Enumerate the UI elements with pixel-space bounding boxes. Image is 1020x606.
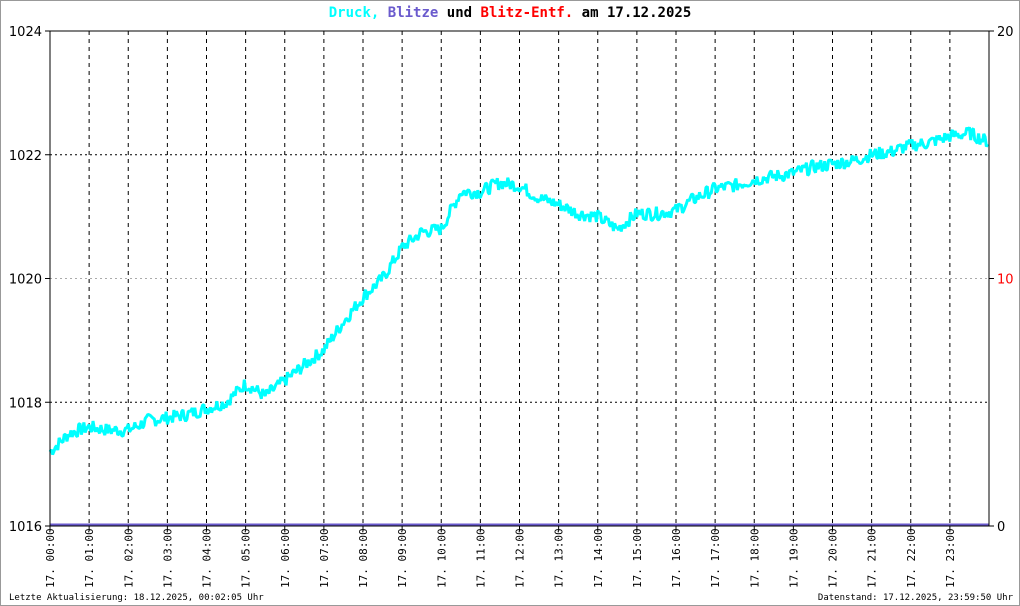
x-tick-label: 17. 00:00: [44, 528, 57, 588]
y-tick-label: 1016: [9, 520, 42, 535]
x-tick-label: 17. 08:00: [357, 528, 370, 588]
y-right-tick-label: 20: [997, 25, 1014, 40]
y-right-tick-label: 0: [997, 520, 1005, 535]
y-right-tick-label: 10: [997, 273, 1014, 288]
x-tick-label: 17. 04:00: [201, 528, 214, 588]
last-update: Letzte Aktualisierung: 18.12.2025, 00:02…: [9, 593, 264, 603]
x-tick-label: 17. 11:00: [474, 528, 487, 588]
x-tick-label: 17. 15:00: [631, 528, 644, 588]
data-timestamp: Datenstand: 17.12.2025, 23:59:50 Uhr: [817, 593, 1013, 603]
x-tick-label: 17. 05:00: [240, 528, 253, 588]
druck-line: [48, 126, 990, 456]
y-tick-label: 1018: [9, 396, 42, 411]
x-tick-label: 17. 17:00: [709, 528, 722, 588]
y-tick-label: 1020: [9, 273, 42, 288]
y-tick-label: 1022: [9, 149, 42, 164]
x-tick-label: 17. 23:00: [944, 528, 957, 588]
x-tick-label: 17. 13:00: [553, 528, 566, 588]
x-tick-label: 17. 01:00: [83, 528, 96, 588]
x-tick-label: 17. 18:00: [748, 528, 761, 588]
x-tick-label: 17. 14:00: [592, 528, 605, 588]
x-tick-label: 17. 16:00: [670, 528, 683, 588]
y-tick-label: 1024: [9, 25, 42, 40]
x-tick-label: 17. 12:00: [514, 528, 527, 588]
x-tick-label: 17. 21:00: [866, 528, 879, 588]
chart-frame: Druck, Blitze und Blitz-Entf. am 17.12.2…: [0, 0, 1020, 606]
x-tick-label: 17. 22:00: [905, 528, 918, 588]
x-tick-label: 17. 03:00: [161, 528, 174, 588]
x-tick-label: 17. 02:00: [122, 528, 135, 588]
x-tick-label: 17. 09:00: [396, 528, 409, 588]
x-tick-label: 17. 10:00: [435, 528, 448, 588]
x-tick-label: 17. 19:00: [787, 528, 800, 588]
x-tick-label: 17. 06:00: [279, 528, 292, 588]
pressure-chart: 101610181020102210240102017. 00:00 17. 01…: [9, 25, 1014, 588]
x-tick-label: 17. 07:00: [318, 528, 331, 588]
x-tick-label: 17. 20:00: [827, 528, 840, 588]
